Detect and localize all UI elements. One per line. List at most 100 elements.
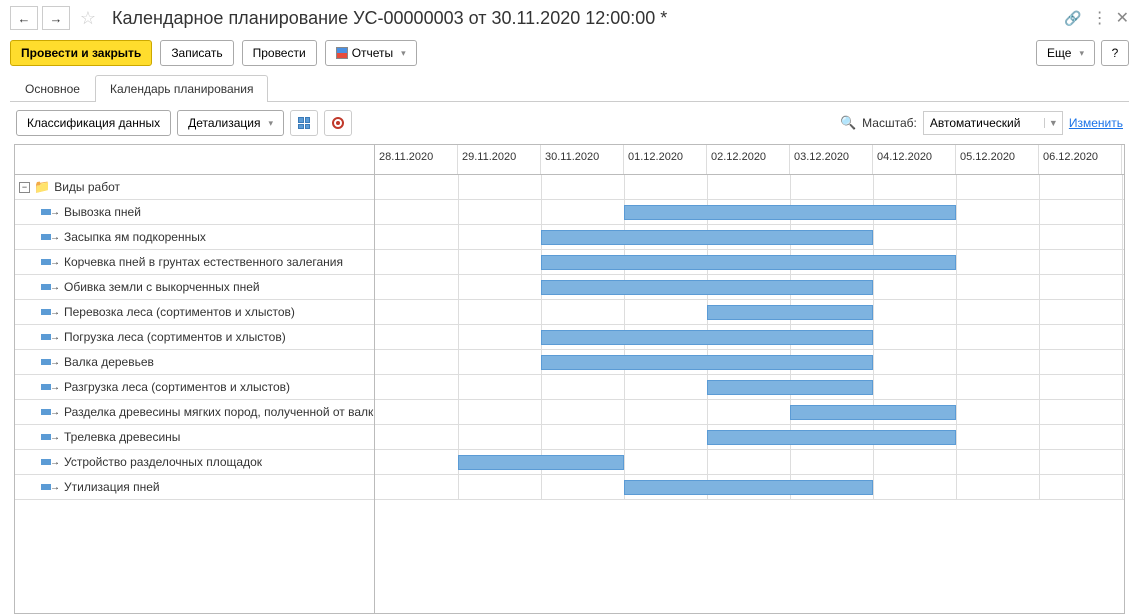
grid-view-button[interactable] — [290, 110, 318, 136]
task-row[interactable]: → Устройство разделочных площадок — [15, 450, 374, 475]
gantt-row — [375, 425, 1124, 450]
group-label: Виды работ — [54, 180, 120, 194]
task-icon: → — [41, 307, 60, 318]
task-label: Погрузка леса (сортиментов и хлыстов) — [64, 330, 286, 344]
task-row[interactable]: → Засыпка ям подкоренных — [15, 225, 374, 250]
post-and-close-button[interactable]: Провести и закрыть — [10, 40, 152, 66]
task-row[interactable]: → Корчевка пней в грунтах естественного з… — [15, 250, 374, 275]
task-label: Устройство разделочных площадок — [64, 455, 262, 469]
task-row[interactable]: → Утилизация пней — [15, 475, 374, 500]
close-icon[interactable]: ✕ — [1116, 8, 1129, 28]
date-header-cell: 03.12.2020 — [790, 145, 873, 174]
favorite-star-icon[interactable]: ☆ — [78, 8, 98, 28]
gantt-bar[interactable] — [790, 405, 956, 420]
gantt-bar[interactable] — [541, 255, 956, 270]
group-row[interactable]: − 📁 Виды работ — [15, 175, 374, 200]
task-row[interactable]: →Трелевка древесины — [15, 425, 374, 450]
gantt-row — [375, 200, 1124, 225]
task-label: Обивка земли с выкорченных пней — [64, 280, 260, 294]
date-header-cell: 05.12.2020 — [956, 145, 1039, 174]
task-row[interactable]: →Валка деревьев — [15, 350, 374, 375]
scale-select[interactable]: ▼ — [923, 111, 1063, 135]
gantt-bar[interactable] — [624, 205, 956, 220]
task-row[interactable]: → Погрузка леса (сортиментов и хлыстов) — [15, 325, 374, 350]
task-icon: → — [41, 457, 60, 468]
detail-button[interactable]: Детализация — [177, 110, 284, 136]
task-list-header — [15, 145, 374, 175]
gantt-row — [375, 400, 1124, 425]
task-label: Засыпка ям подкоренных — [64, 230, 206, 244]
task-list-panel: − 📁 Виды работ → Вывозка пней → Засыпка ям … — [15, 145, 375, 613]
classification-button[interactable]: Классификация данных — [16, 110, 171, 136]
date-header-cell: 02.12.2020 — [707, 145, 790, 174]
task-icon: → — [41, 382, 60, 393]
date-header-cell: 06.12.2020 — [1039, 145, 1122, 174]
gantt-row — [375, 325, 1124, 350]
date-header-cell: 04.12.2020 — [873, 145, 956, 174]
folder-icon: 📁 — [34, 179, 50, 195]
task-icon: → — [41, 207, 60, 218]
gantt-row — [375, 350, 1124, 375]
task-icon: → — [41, 232, 60, 243]
gantt-bar[interactable] — [707, 380, 873, 395]
task-label: Валка деревьев — [64, 355, 154, 369]
date-header-cell: 29.11.2020 — [458, 145, 541, 174]
reports-button[interactable]: Отчеты — [325, 40, 417, 66]
search-icon[interactable]: 🔍 — [840, 115, 856, 131]
gantt-bar[interactable] — [458, 455, 624, 470]
gantt-group-row — [375, 175, 1124, 200]
task-label: Утилизация пней — [64, 480, 160, 494]
gantt-row — [375, 300, 1124, 325]
task-label: Перевозка леса (сортиментов и хлыстов) — [64, 305, 295, 319]
date-header-cell: 28.11.2020 — [375, 145, 458, 174]
task-icon: → — [41, 432, 60, 443]
task-icon: → — [41, 282, 60, 293]
task-label: Вывозка пней — [64, 205, 141, 219]
link-icon[interactable]: 🔗 — [1064, 10, 1081, 27]
menu-dots-icon[interactable]: ⋮ — [1092, 8, 1106, 28]
post-button[interactable]: Провести — [242, 40, 317, 66]
report-icon — [336, 47, 348, 59]
page-title: Календарное планирование УС-00000003 от … — [112, 8, 1060, 29]
task-row[interactable]: →Разделка древесины мягких пород, получе… — [15, 400, 374, 425]
gantt-chart-panel: 28.11.202029.11.202030.11.202001.12.2020… — [375, 145, 1124, 613]
task-row[interactable]: →Разгрузка леса (сортиментов и хлыстов) — [15, 375, 374, 400]
task-icon: → — [41, 407, 60, 418]
task-row[interactable]: → Обивка земли с выкорченных пней — [15, 275, 374, 300]
target-button[interactable] — [324, 110, 352, 136]
gantt-row — [375, 225, 1124, 250]
help-button[interactable]: ? — [1101, 40, 1129, 66]
gantt-row — [375, 450, 1124, 475]
date-header-cell: 30.11.2020 — [541, 145, 624, 174]
gantt-bar[interactable] — [541, 355, 873, 370]
collapse-icon[interactable]: − — [19, 182, 30, 193]
task-icon: → — [41, 482, 60, 493]
date-header-cell: 01.12.2020 — [624, 145, 707, 174]
gantt-row — [375, 375, 1124, 400]
task-icon: → — [41, 257, 60, 268]
task-label: Корчевка пней в грунтах естественного за… — [64, 255, 343, 269]
gantt-bar[interactable] — [624, 480, 873, 495]
more-button[interactable]: Еще — [1036, 40, 1095, 66]
gantt-row — [375, 275, 1124, 300]
gantt-bar[interactable] — [707, 305, 873, 320]
gantt-bar[interactable] — [541, 230, 873, 245]
gantt-bar[interactable] — [541, 280, 873, 295]
task-row[interactable]: → Вывозка пней — [15, 200, 374, 225]
gantt-bar[interactable] — [541, 330, 873, 345]
target-icon — [332, 117, 344, 129]
scale-label: Масштаб: — [862, 116, 917, 130]
gantt-bar[interactable] — [707, 430, 956, 445]
tab-main[interactable]: Основное — [10, 75, 95, 102]
scale-input[interactable] — [924, 114, 1044, 132]
change-link[interactable]: Изменить — [1069, 116, 1123, 130]
nav-forward-button[interactable]: → — [42, 6, 70, 30]
chevron-down-icon[interactable]: ▼ — [1044, 118, 1062, 128]
task-icon: → — [41, 332, 60, 343]
tab-calendar[interactable]: Календарь планирования — [95, 75, 269, 102]
nav-back-button[interactable]: ← — [10, 6, 38, 30]
save-button[interactable]: Записать — [160, 40, 233, 66]
task-row[interactable]: → Перевозка леса (сортиментов и хлыстов) — [15, 300, 374, 325]
grid-icon — [298, 117, 310, 129]
gantt-row — [375, 250, 1124, 275]
